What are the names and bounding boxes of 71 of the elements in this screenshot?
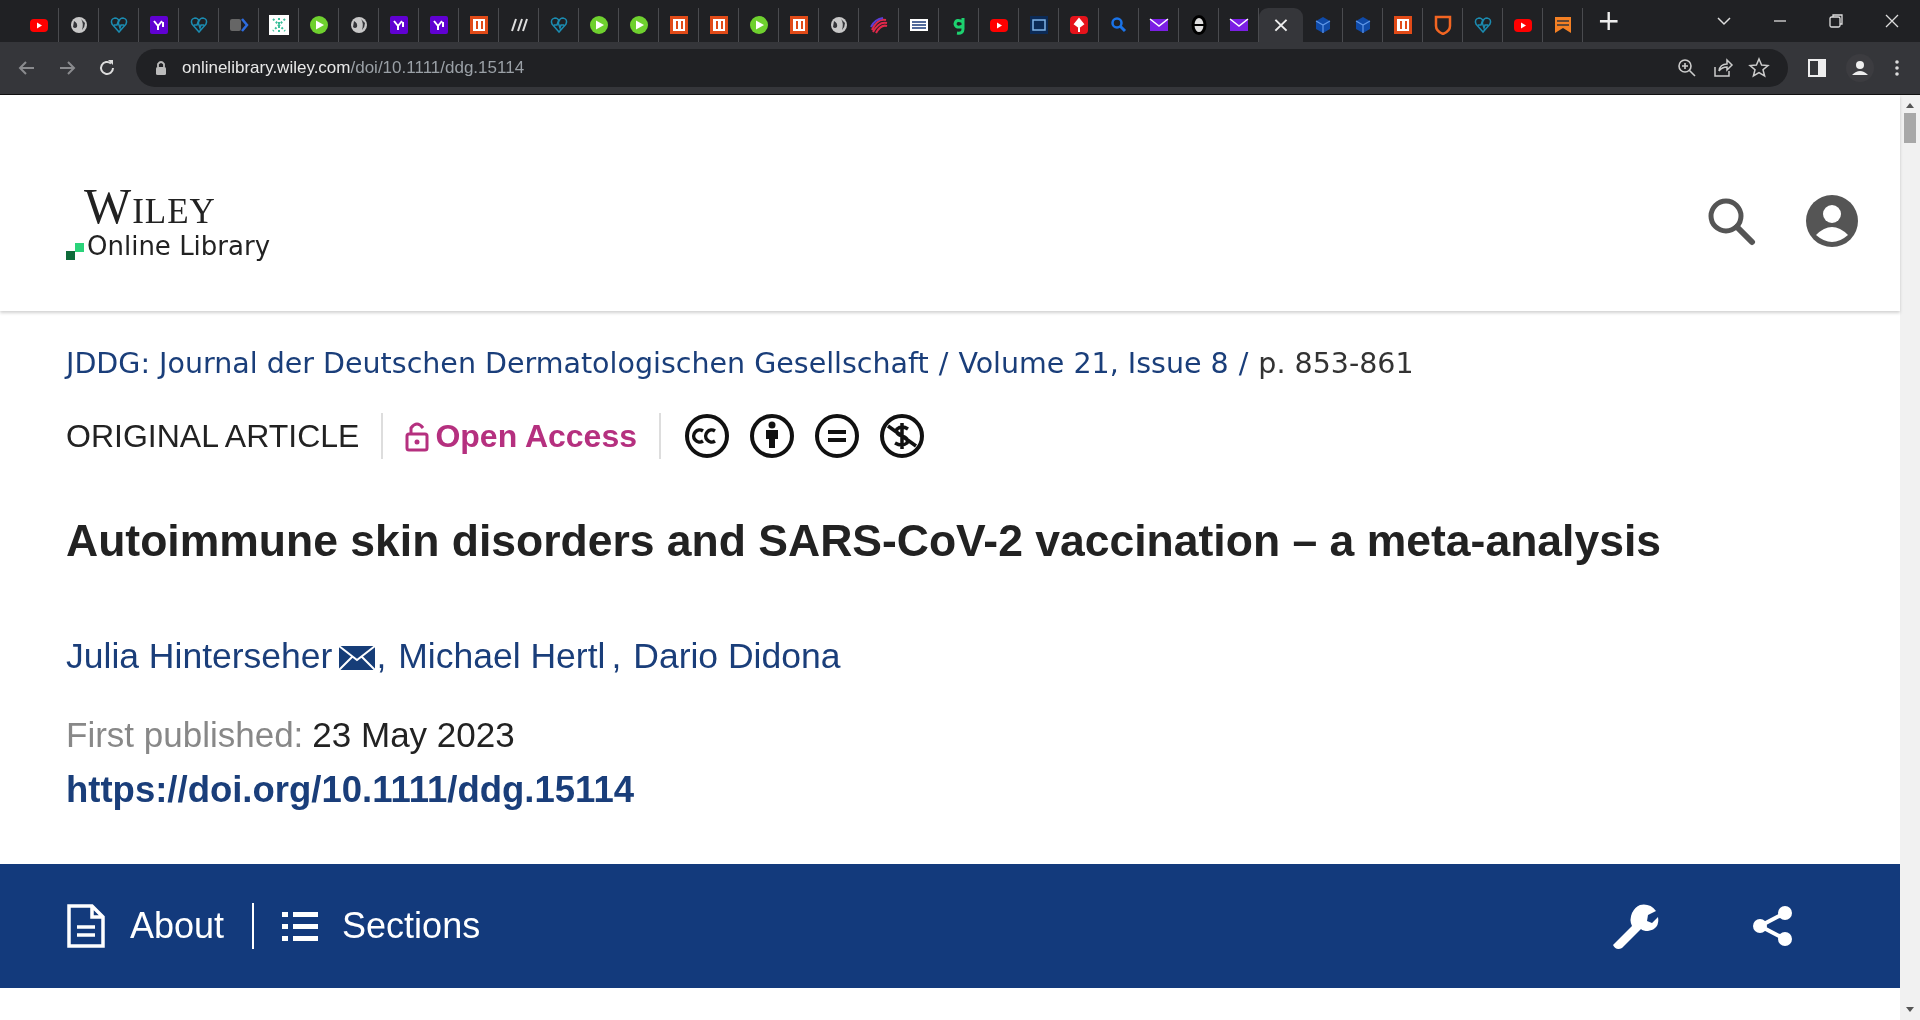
play-icon bbox=[748, 15, 769, 35]
issue-link[interactable]: Volume 21, Issue 8 bbox=[958, 347, 1229, 380]
play-icon bbox=[308, 15, 329, 35]
scrollbar[interactable] bbox=[1900, 95, 1920, 1020]
side-panel-icon[interactable] bbox=[1806, 57, 1828, 79]
open-access-label[interactable]: Open Access bbox=[405, 417, 637, 455]
globe-icon bbox=[348, 15, 369, 35]
bookmark-icon bbox=[1552, 15, 1573, 35]
square-icon bbox=[668, 15, 689, 35]
star-icon[interactable] bbox=[1748, 57, 1770, 79]
author-link[interactable]: Michael Hertl bbox=[398, 636, 606, 677]
scroll-up-icon[interactable] bbox=[1905, 101, 1915, 109]
restore-icon[interactable] bbox=[1826, 11, 1846, 31]
author-link[interactable]: Julia Hinterseher bbox=[66, 636, 333, 677]
article-title: Autoimmune skin disorders and SARS-CoV-2 vaccination – a meta-analysis bbox=[66, 516, 1663, 566]
published-date: 23 May 2023 bbox=[312, 715, 515, 755]
list-icon bbox=[282, 910, 319, 942]
article-type: ORIGINAL ARTICLE bbox=[66, 417, 360, 455]
stripes-icon bbox=[868, 15, 889, 35]
profile-icon[interactable] bbox=[1846, 54, 1874, 82]
app-icon bbox=[388, 15, 409, 35]
about-button[interactable]: About bbox=[66, 903, 225, 949]
breadcrumb-separator: / bbox=[938, 347, 949, 380]
cc-license-icon[interactable] bbox=[683, 412, 731, 460]
grid-icon bbox=[268, 15, 289, 35]
menu-icon[interactable] bbox=[1892, 57, 1902, 79]
published-label: First published: bbox=[66, 715, 304, 755]
square-icon bbox=[788, 15, 809, 35]
pin-icon bbox=[1068, 15, 1089, 35]
scrollbar-thumb[interactable] bbox=[1904, 113, 1916, 143]
heart-icon bbox=[1472, 15, 1493, 35]
browser-tab[interactable]: × bbox=[1259, 8, 1303, 42]
app-icon bbox=[148, 15, 169, 35]
globe-icon bbox=[68, 15, 89, 35]
square-icon bbox=[1392, 15, 1413, 35]
lock-icon bbox=[154, 60, 168, 76]
account-icon[interactable] bbox=[1806, 195, 1858, 247]
author-separator: , bbox=[376, 636, 387, 677]
globe-icon bbox=[828, 15, 849, 35]
play-icon bbox=[628, 15, 649, 35]
square-icon bbox=[708, 15, 729, 35]
document-icon bbox=[66, 903, 106, 949]
shield-icon bbox=[1432, 15, 1453, 35]
sections-button[interactable]: Sections bbox=[282, 905, 481, 947]
wiley-logo[interactable]: Wiley Online Library bbox=[66, 181, 271, 261]
square-icon bbox=[1028, 15, 1049, 35]
new-tab-button[interactable]: + bbox=[1597, 7, 1621, 35]
share-icon[interactable] bbox=[1712, 57, 1734, 79]
journal-link[interactable]: JDDG: Journal der Deutschen Dermatologischen Gesellschaft bbox=[66, 347, 929, 380]
doi-link[interactable]: https://doi.org/10.1111/ddg.15114 bbox=[66, 769, 634, 811]
heart-icon bbox=[188, 15, 209, 35]
no-derivatives-icon[interactable] bbox=[813, 412, 861, 460]
non-commercial-icon[interactable] bbox=[878, 412, 926, 460]
address-field[interactable]: onlinelibrary.wiley.com/doi/10.1111/ddg.15114 bbox=[136, 49, 1788, 87]
square-icon bbox=[468, 15, 489, 35]
attribution-icon[interactable] bbox=[748, 412, 796, 460]
breadcrumb-separator: / bbox=[1238, 347, 1249, 380]
zoom-in-icon[interactable] bbox=[1676, 57, 1698, 79]
heart-icon bbox=[108, 15, 129, 35]
heart-icon bbox=[548, 15, 569, 35]
share-icon[interactable] bbox=[1752, 905, 1794, 947]
search-icon[interactable] bbox=[1706, 196, 1756, 246]
close-icon[interactable]: × bbox=[1271, 14, 1291, 36]
search-icon bbox=[1108, 15, 1129, 35]
padlock-icon bbox=[405, 420, 430, 452]
author-link[interactable]: Dario Didona bbox=[633, 636, 841, 677]
play-icon bbox=[588, 15, 609, 35]
page-range: p. 853-861 bbox=[1258, 347, 1414, 380]
scroll-down-icon[interactable] bbox=[1905, 1006, 1915, 1014]
app-icon bbox=[428, 15, 449, 35]
author-separator: , bbox=[611, 636, 622, 677]
